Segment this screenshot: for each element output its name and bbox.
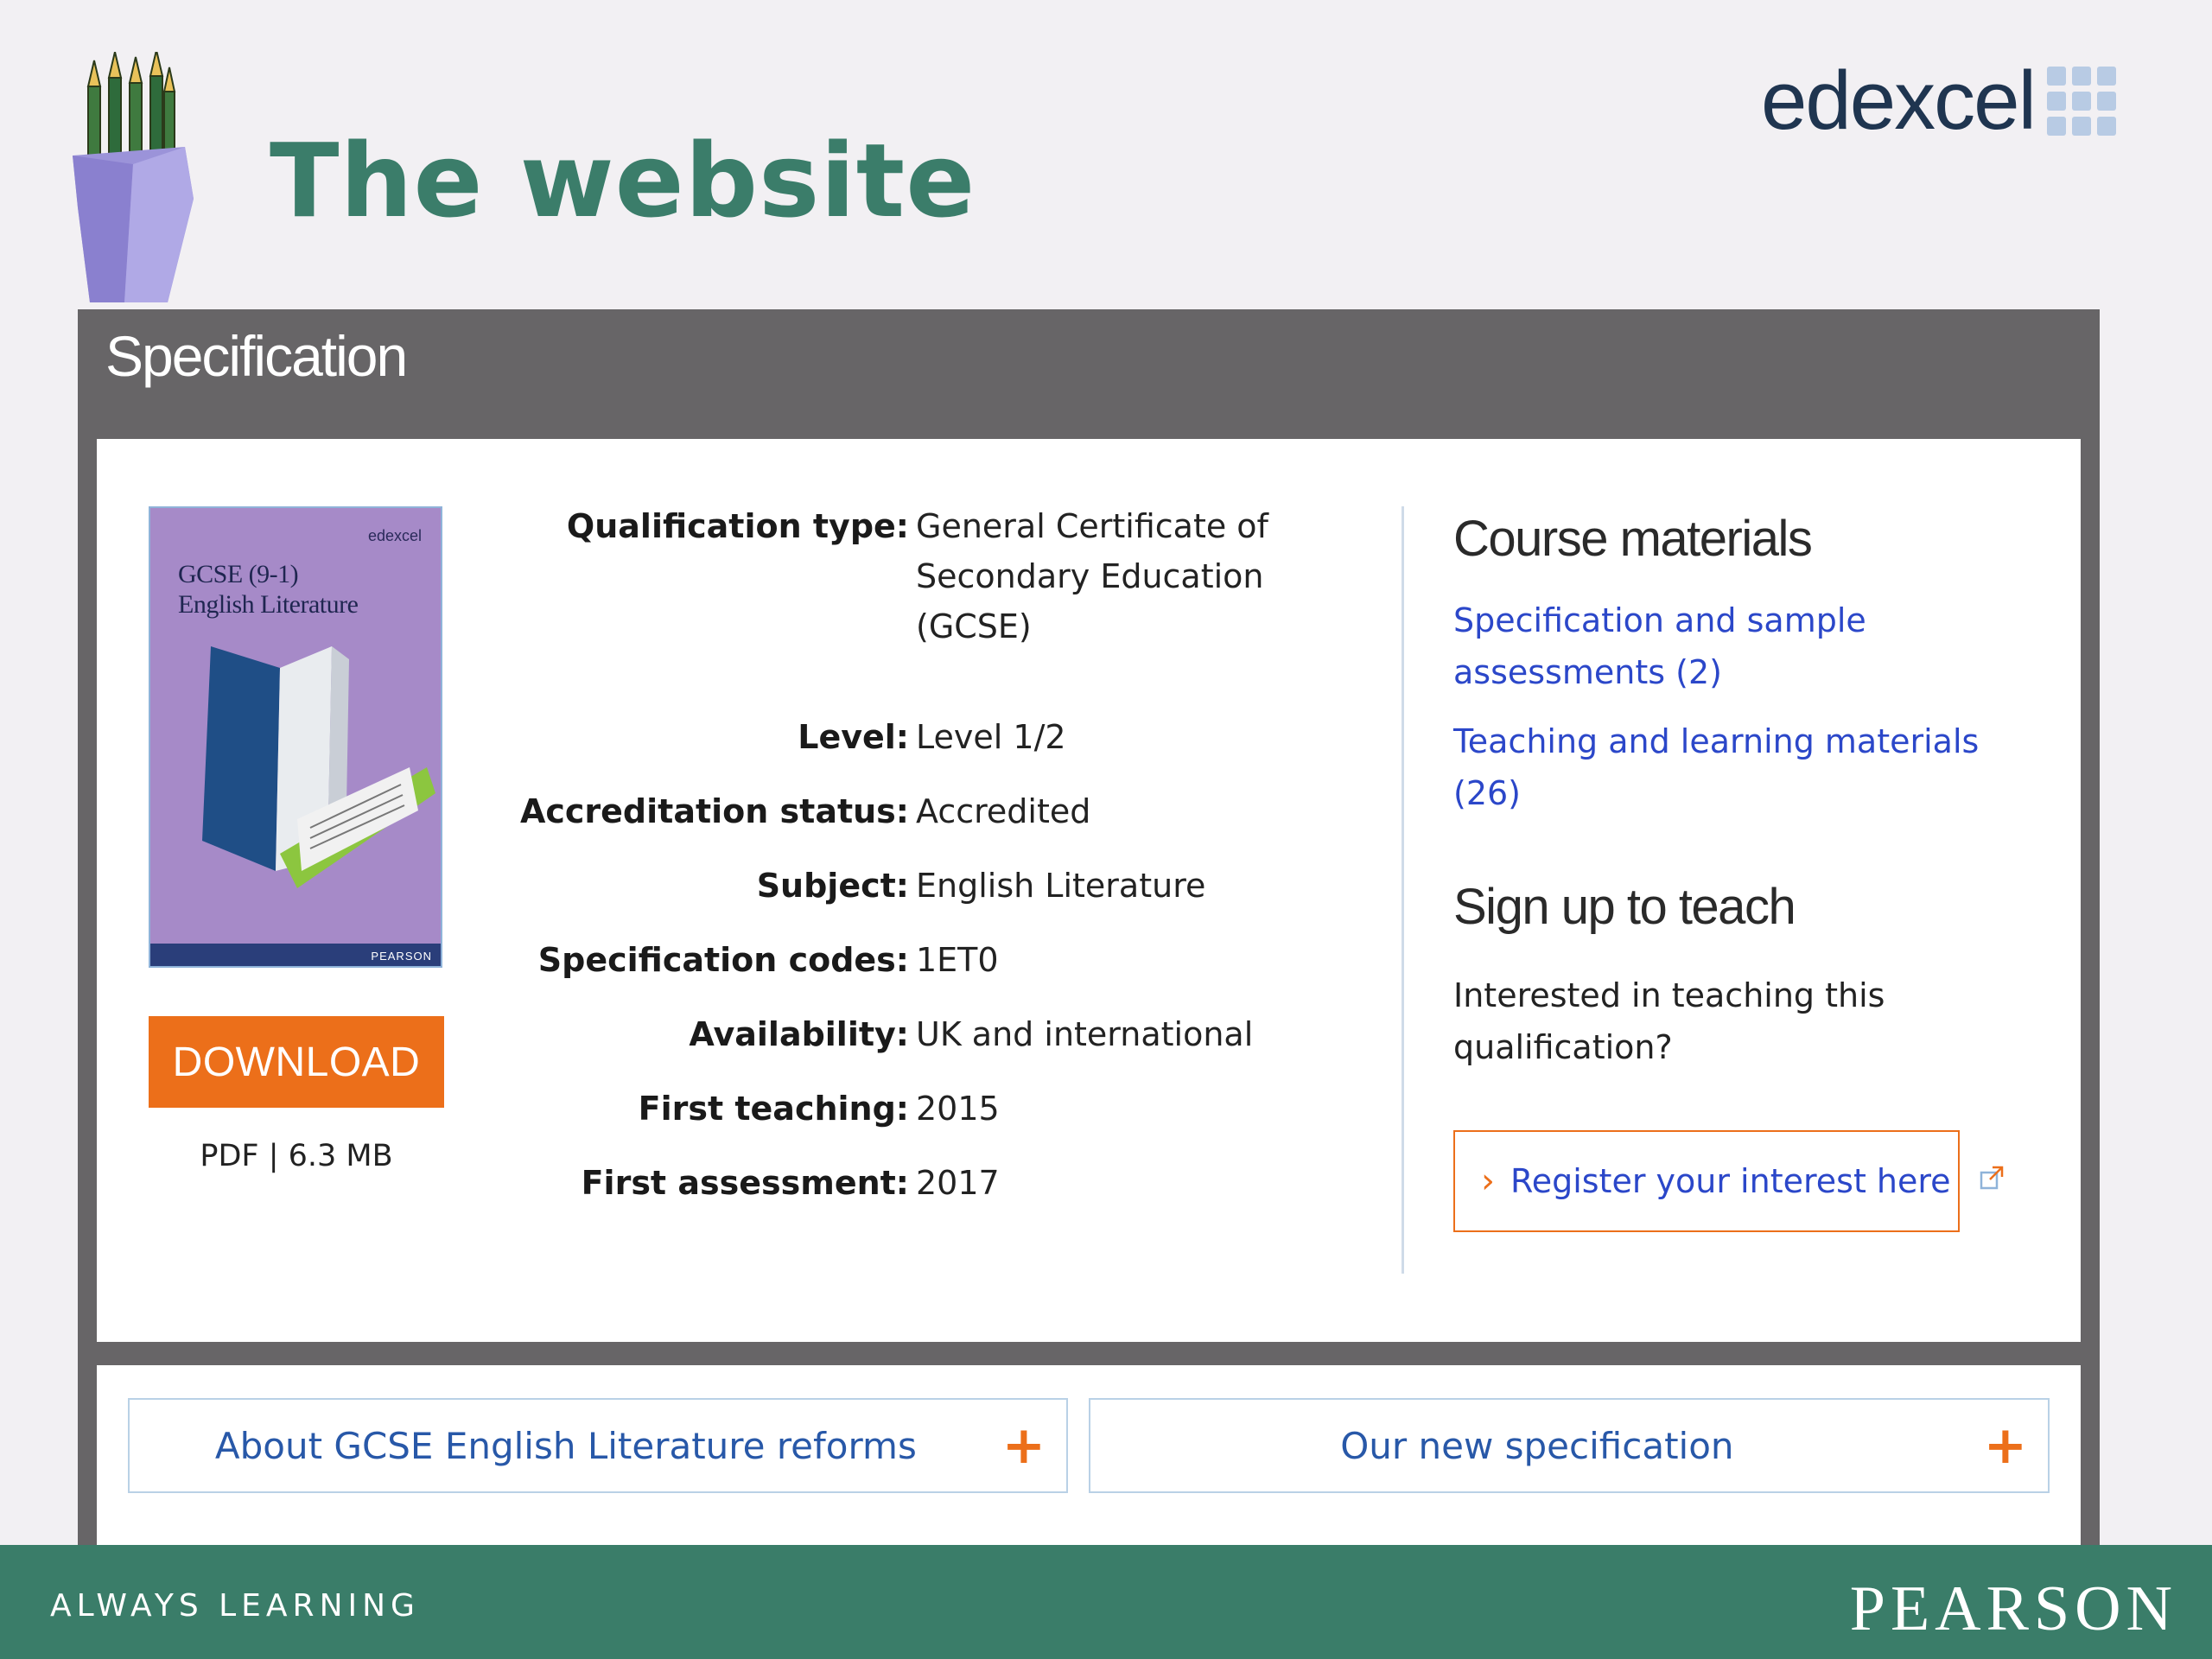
cover-title-line1: GCSE (9-1) <box>178 560 299 588</box>
edexcel-grid-icon <box>2046 67 2116 136</box>
plus-icon: + <box>1983 1415 2027 1476</box>
external-link-icon[interactable] <box>1979 1165 2005 1191</box>
sign-up-text-line: Interested in teaching this <box>1453 976 1885 1014</box>
detail-label: Subject: <box>756 867 909 905</box>
pearson-logo: PEARSON <box>1849 1573 2177 1644</box>
detail-label: First teaching: <box>638 1090 909 1128</box>
cover-title: GCSE (9-1) English Literature <box>178 560 359 620</box>
detail-value-line: (GCSE) <box>916 607 1032 645</box>
spec-panel: edexcel GCSE (9-1) English Literature PE… <box>97 439 2081 1342</box>
slide-title: The website <box>270 121 976 240</box>
register-interest-label: Register your interest here <box>1510 1162 1951 1200</box>
accordion-panel: About GCSE English Literature reforms + … <box>97 1365 2081 1555</box>
teaching-materials-link[interactable]: Teaching and learning materials (26) <box>1453 715 2006 819</box>
pencil-cup-icon <box>73 52 194 302</box>
detail-label: Qualification type: <box>566 507 909 545</box>
detail-value: 2017 <box>916 1164 1000 1202</box>
spec-page-frame: Specification edexcel GCSE (9-1) English… <box>78 309 2100 1555</box>
plus-icon: + <box>1001 1415 1046 1476</box>
sign-up-text: Interested in teaching this qualificatio… <box>1453 969 1972 1073</box>
accordion-label: Our new specification <box>1340 1424 1734 1467</box>
link-line: assessments (2) <box>1453 653 1722 691</box>
spec-and-sample-link[interactable]: Specification and sample assessments (2) <box>1453 594 2006 698</box>
detail-label: Specification codes: <box>537 941 909 979</box>
detail-value: UK and international <box>916 1015 1254 1053</box>
link-line: Teaching and learning materials <box>1453 722 1980 760</box>
accordion-label: About GCSE English Literature reforms <box>214 1424 917 1467</box>
detail-value: 1ET0 <box>916 941 999 979</box>
sign-up-heading: Sign up to teach <box>1453 879 1796 935</box>
detail-label: First assessment: <box>581 1164 909 1202</box>
link-line: Specification and sample <box>1453 601 1866 639</box>
detail-value: English Literature <box>916 867 1206 905</box>
detail-label: Level: <box>798 718 909 756</box>
chevron-right-icon: › <box>1481 1161 1495 1201</box>
accordion-reforms[interactable]: About GCSE English Literature reforms + <box>128 1398 1068 1493</box>
sign-up-text-line: qualification? <box>1453 1028 1673 1066</box>
footer-bar: ALWAYS LEARNING PEARSON <box>0 1545 2212 1659</box>
detail-label: Accreditation status: <box>519 792 909 830</box>
detail-value: General Certificate of Secondary Educati… <box>916 501 1322 652</box>
column-divider <box>1402 506 1404 1274</box>
link-line: (26) <box>1453 774 1522 812</box>
register-interest-button[interactable]: › Register your interest here <box>1453 1130 1960 1232</box>
cover-title-line2: English Literature <box>178 589 359 619</box>
footer-tagline: ALWAYS LEARNING <box>50 1588 420 1624</box>
edexcel-wordmark: edexcel <box>1761 54 2037 147</box>
detail-value: 2015 <box>916 1090 1000 1128</box>
detail-value: Accredited <box>916 792 1091 830</box>
detail-label: Availability: <box>689 1015 909 1053</box>
detail-value: Level 1/2 <box>916 718 1066 756</box>
spec-heading: Specification <box>105 324 408 388</box>
detail-value-line: Secondary Education <box>916 557 1264 595</box>
accordion-new-spec[interactable]: Our new specification + <box>1089 1398 2050 1493</box>
edexcel-logo: edexcel <box>1761 54 2116 149</box>
course-materials-heading: Course materials <box>1453 511 1813 567</box>
detail-value-line: General Certificate of <box>916 507 1268 545</box>
